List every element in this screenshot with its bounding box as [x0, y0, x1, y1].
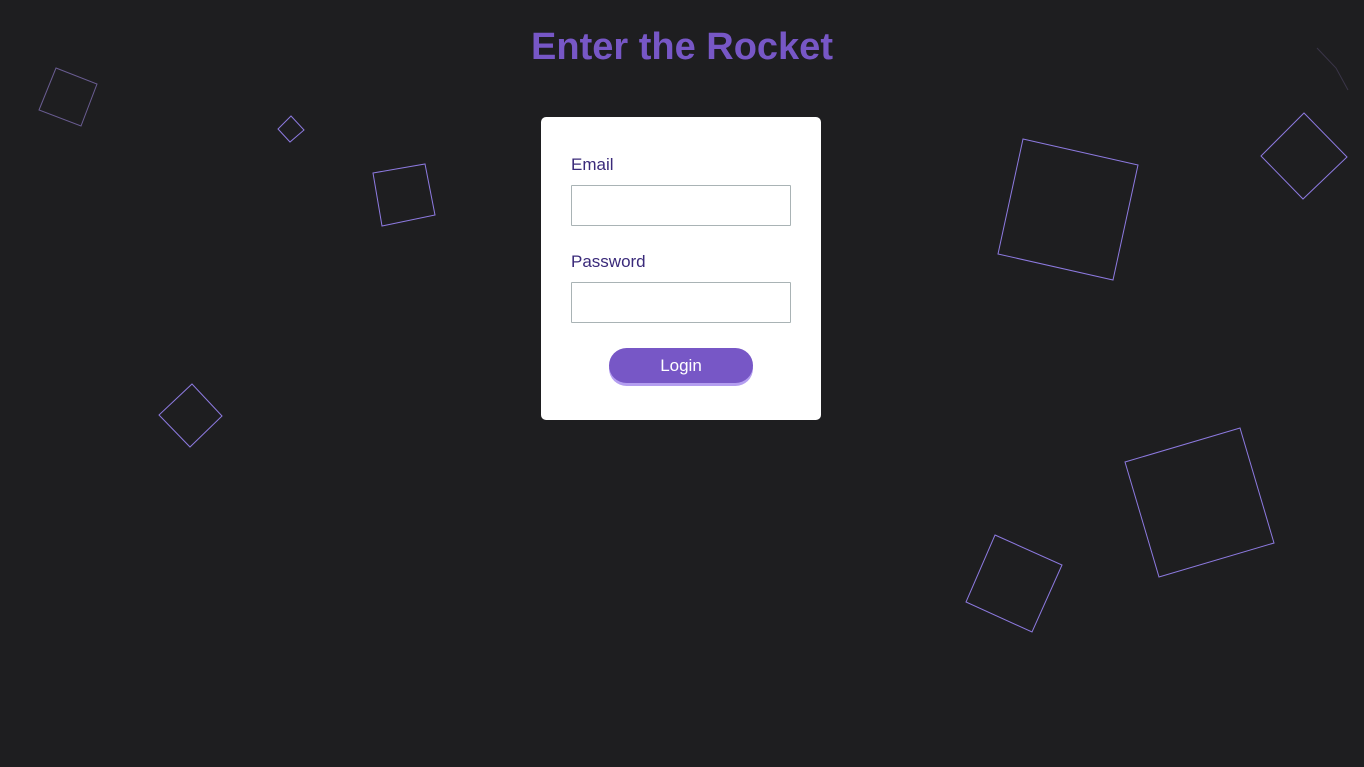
page-title: Enter the Rocket	[531, 26, 833, 68]
email-input[interactable]	[571, 185, 791, 226]
email-label: Email	[571, 155, 614, 174]
decorative-square	[965, 534, 1063, 633]
decorative-square	[277, 115, 305, 143]
decorative-square	[38, 67, 98, 127]
decorative-square	[158, 383, 223, 448]
login-card: Email Password Login	[541, 117, 821, 420]
password-input[interactable]	[571, 282, 791, 323]
login-button[interactable]: Login	[609, 348, 753, 383]
login-page: Enter the Rocket Email Password Login	[0, 0, 1364, 767]
decorative-square	[1124, 427, 1275, 578]
password-label: Password	[571, 252, 646, 271]
decorative-square	[372, 163, 436, 227]
decorative-square	[997, 138, 1139, 281]
decorative-square	[1260, 112, 1348, 200]
